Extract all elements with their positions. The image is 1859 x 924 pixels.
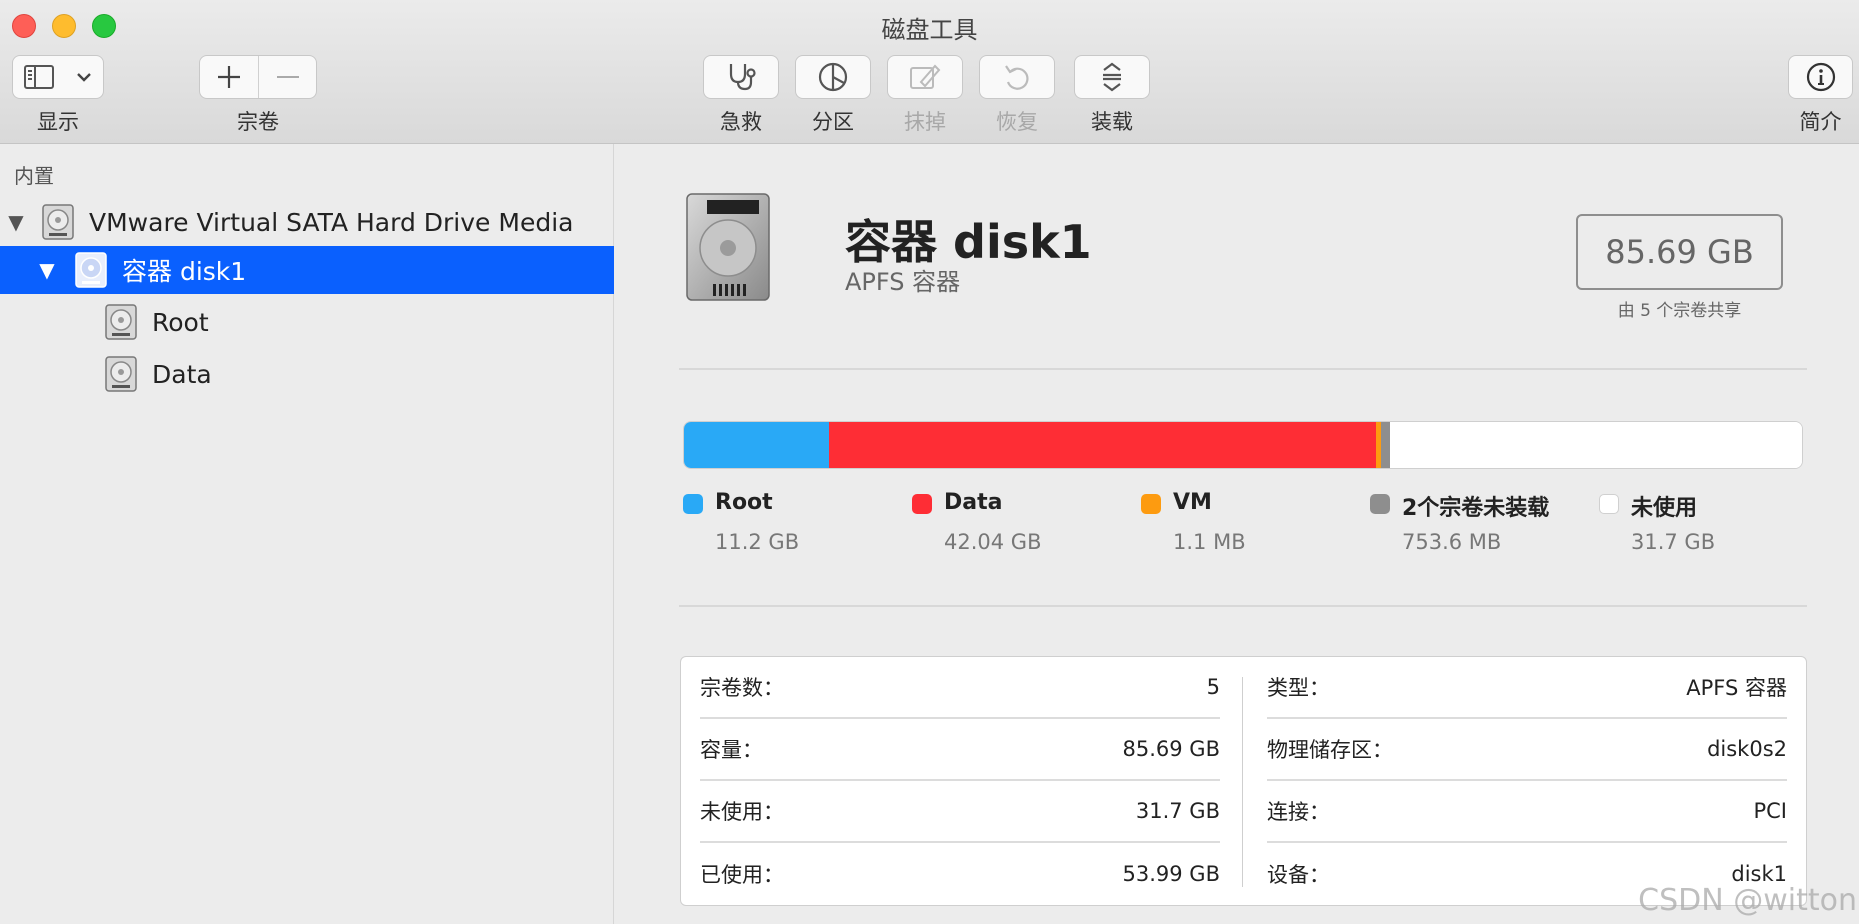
legend-size: 11.2 GB xyxy=(715,530,800,554)
info-row: 宗卷数： 5 xyxy=(700,657,1220,719)
plus-icon xyxy=(218,66,240,88)
legend-name: Root xyxy=(715,490,773,515)
disclosure-triangle-icon[interactable]: ▼ xyxy=(5,210,27,234)
legend-name: VM xyxy=(1173,490,1212,515)
info-row: 类型： APFS 容器 xyxy=(1267,657,1787,719)
partition-button[interactable] xyxy=(795,55,871,99)
sidebar-icon xyxy=(24,65,54,89)
stethoscope-icon xyxy=(729,64,756,91)
legend-size: 1.1 MB xyxy=(1173,530,1246,554)
legend-name: Data xyxy=(944,490,1003,515)
mount-icon xyxy=(1103,62,1121,92)
info-value: PCI xyxy=(1753,799,1787,823)
erase-button[interactable] xyxy=(887,55,963,99)
legend-swatch xyxy=(1599,494,1619,514)
info-label: 设备： xyxy=(1267,863,1330,887)
info-table: 宗卷数： 5 容量： 85.69 GB 未使用： 31.7 GB 已使用： 53… xyxy=(680,656,1807,906)
remove-volume-button[interactable] xyxy=(259,56,317,98)
view-label: 显示 xyxy=(37,110,79,134)
sidebar: 内置 ▼ VMware Virtual SATA Hard Drive Medi… xyxy=(0,144,614,924)
volume-label: 宗卷 xyxy=(237,110,279,134)
watermark: CSDN @witton xyxy=(1638,883,1857,918)
usage-segment xyxy=(1390,422,1802,468)
info-row: 未使用： 31.7 GB xyxy=(700,781,1220,843)
container-disk-icon xyxy=(75,252,107,288)
info-value: disk0s2 xyxy=(1707,737,1787,761)
pie-chart-icon xyxy=(818,62,848,92)
info-label: 已使用： xyxy=(700,863,784,887)
info-label: 物理储存区： xyxy=(1267,738,1393,762)
erase-icon xyxy=(910,64,941,89)
volume-subtitle: APFS 容器 xyxy=(845,268,961,296)
divider xyxy=(679,605,1807,607)
view-button[interactable] xyxy=(12,55,104,99)
legend-swatch xyxy=(912,494,932,514)
info-row: 容量： 85.69 GB xyxy=(700,719,1220,781)
sidebar-item-label: VMware Virtual SATA Hard Drive Media xyxy=(89,207,574,237)
restore-label: 恢复 xyxy=(996,110,1038,134)
legend-swatch xyxy=(1141,494,1161,514)
first-aid-label: 急救 xyxy=(720,110,762,134)
toolbar: 磁盘工具 显示 宗卷 急救 分区 抹掉 恢复 装载 简介 xyxy=(0,0,1859,144)
volume-disk-icon xyxy=(105,304,137,340)
sidebar-item-physical-disk[interactable]: ▼ VMware Virtual SATA Hard Drive Media xyxy=(0,198,614,246)
sidebar-item-data[interactable]: Data xyxy=(0,350,614,398)
info-label: 宗卷数： xyxy=(700,676,784,700)
usage-segment xyxy=(684,422,830,468)
legend-size: 31.7 GB xyxy=(1631,530,1716,554)
mount-label: 装载 xyxy=(1091,110,1133,134)
undo-arrow-icon xyxy=(1005,65,1029,90)
disclosure-triangle-icon[interactable]: ▼ xyxy=(36,258,58,282)
volume-disk-icon xyxy=(105,356,137,392)
info-row: 已使用： 53.99 GB xyxy=(700,843,1220,905)
legend-name: 2个宗卷未装载 xyxy=(1402,496,1550,521)
column-divider xyxy=(1242,677,1243,887)
sidebar-item-label: Data xyxy=(152,359,212,389)
legend-swatch xyxy=(1370,494,1390,514)
info-label: 连接： xyxy=(1267,800,1330,824)
info-button[interactable] xyxy=(1788,55,1853,99)
info-value: 31.7 GB xyxy=(1135,799,1220,823)
info-label: 未使用： xyxy=(700,800,784,824)
add-volume-button[interactable] xyxy=(200,56,258,98)
usage-segment xyxy=(829,422,1376,468)
sidebar-section-internal: 内置 xyxy=(14,164,54,188)
info-label: 容量： xyxy=(700,738,763,762)
first-aid-button[interactable] xyxy=(703,55,779,99)
legend-size: 753.6 MB xyxy=(1402,530,1502,554)
minus-icon xyxy=(277,76,299,78)
capacity-shared-note: 由 5 个宗卷共享 xyxy=(1617,301,1742,321)
sidebar-item-label: Root xyxy=(152,307,209,337)
hard-drive-large-icon xyxy=(686,193,770,301)
info-row: 物理储存区： disk0s2 xyxy=(1267,719,1787,781)
info-value: APFS 容器 xyxy=(1686,676,1787,700)
volume-segment xyxy=(199,55,317,99)
restore-button[interactable] xyxy=(979,55,1055,99)
info-row: 连接： PCI xyxy=(1267,781,1787,843)
info-value: 5 xyxy=(1206,675,1220,699)
info-value: 85.69 GB xyxy=(1122,737,1220,761)
sidebar-item-container-disk1[interactable]: ▼ 容器 disk1 xyxy=(0,246,614,294)
info-value: 53.99 GB xyxy=(1122,862,1220,886)
info-label: 类型： xyxy=(1267,676,1330,700)
capacity-box: 85.69 GB xyxy=(1576,214,1783,290)
sidebar-item-root[interactable]: Root xyxy=(0,298,614,346)
window-title: 磁盘工具 xyxy=(881,16,978,44)
erase-label: 抹掉 xyxy=(904,110,946,134)
mount-button[interactable] xyxy=(1074,55,1150,99)
info-icon xyxy=(1806,62,1835,92)
usage-bar xyxy=(683,421,1803,469)
sidebar-item-label: 容器 disk1 xyxy=(122,257,247,286)
partition-label: 分区 xyxy=(812,110,854,134)
chevron-down-icon xyxy=(77,73,91,82)
legend-name: 未使用 xyxy=(1631,496,1698,521)
legend-swatch xyxy=(683,494,703,514)
info-label: 简介 xyxy=(1799,110,1842,134)
legend-size: 42.04 GB xyxy=(944,530,1042,554)
hard-drive-icon xyxy=(42,204,74,240)
usage-segment xyxy=(1380,422,1391,468)
divider xyxy=(679,368,1807,370)
detail-pane: 容器 disk1 APFS 容器 85.69 GB 由 5 个宗卷共享 Root… xyxy=(615,144,1859,924)
